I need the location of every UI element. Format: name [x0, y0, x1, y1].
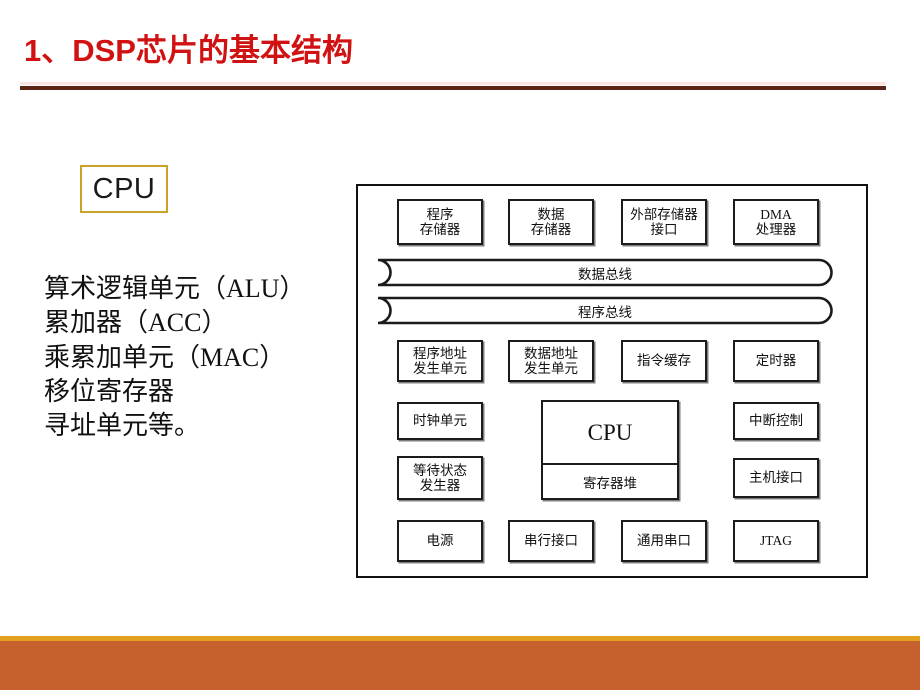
block-label-line1: 定时器	[755, 353, 797, 369]
block-general-uart: 通用串口	[621, 520, 707, 562]
block-label-line1: 程序地址	[413, 345, 467, 361]
title-rule-glow	[20, 82, 886, 85]
block-jtag: JTAG	[733, 520, 819, 562]
block-clock-unit: 时钟单元	[397, 402, 483, 440]
block-instruction-cache: 指令缓存	[621, 340, 707, 382]
page-title: 1、DSP芯片的基本结构	[24, 33, 353, 68]
list-item: 移位寄存器	[44, 376, 175, 406]
title-underline	[20, 86, 886, 90]
block-label-line1: 指令缓存	[637, 353, 691, 369]
block-label-line1: 数据	[537, 206, 565, 222]
block-label-line1: 程序	[426, 206, 454, 222]
list-item: 算术逻辑单元（ALU）	[44, 274, 306, 303]
bus-program: 程序总线	[376, 296, 834, 325]
block-label-line2: 存储器	[530, 222, 572, 237]
bus-data: 数据总线	[376, 258, 834, 287]
block-label-line1: DMA	[760, 206, 792, 222]
block-cpu-core: CPU 寄存器堆	[541, 400, 679, 500]
block-wait-state-generator: 等待状态 发生器	[397, 456, 483, 500]
bus-label: 程序总线	[578, 304, 632, 320]
slide-canvas: 1、DSP芯片的基本结构 CPU 算术逻辑单元（ALU） 累加器（ACC） 乘累…	[0, 0, 920, 690]
block-dma-processor: DMA 处理器	[733, 199, 819, 245]
block-label-line1: 串行接口	[524, 533, 578, 549]
block-label-line1: 数据地址	[524, 345, 578, 361]
block-label-line2: 处理器	[755, 222, 797, 237]
block-label-line1: 中断控制	[749, 413, 803, 429]
cpu-register-file: 寄存器堆	[583, 475, 637, 491]
cpu-callout-box: CPU	[80, 165, 168, 213]
block-label-line1: JTAG	[760, 533, 792, 549]
block-label-line2: 发生单元	[524, 361, 578, 376]
block-label-line2: 接口	[650, 222, 678, 237]
block-host-interface: 主机接口	[733, 458, 819, 498]
block-data-memory: 数据 存储器	[508, 199, 594, 245]
block-interrupt-control: 中断控制	[733, 402, 819, 440]
block-label-line2: 发生单元	[413, 361, 467, 376]
block-data-address-generator: 数据地址 发生单元	[508, 340, 594, 382]
cpu-core-title: CPU	[543, 402, 677, 465]
dsp-architecture-diagram: 程序 存储器 数据 存储器 外部存储器 接口 DMA 处理器 数据总线 程序总线	[356, 184, 868, 578]
block-label-line1: 等待状态	[413, 462, 467, 478]
bus-label: 数据总线	[578, 266, 632, 282]
block-program-address-generator: 程序地址 发生单元	[397, 340, 483, 382]
cpu-callout-label: CPU	[92, 172, 156, 205]
block-timer: 定时器	[733, 340, 819, 382]
footer-bar	[0, 641, 920, 690]
block-serial-interface: 串行接口	[508, 520, 594, 562]
block-power-supply: 电源	[397, 520, 483, 562]
cpu-component-list: 算术逻辑单元（ALU） 累加器（ACC） 乘累加单元（MAC） 移位寄存器 寻址…	[44, 272, 344, 444]
block-program-memory: 程序 存储器	[397, 199, 483, 245]
list-item: 寻址单元等。	[44, 411, 201, 441]
block-external-memory-interface: 外部存储器 接口	[621, 199, 707, 245]
list-item: 乘累加单元（MAC）	[44, 342, 286, 372]
block-label-line1: 外部存储器	[630, 206, 698, 222]
list-item: 累加器（ACC）	[44, 308, 228, 338]
block-label-line2: 存储器	[419, 222, 461, 237]
block-label-line1: 通用串口	[637, 533, 691, 549]
block-label-line2: 发生器	[419, 478, 461, 493]
block-label-line1: 电源	[426, 533, 454, 549]
block-label-line1: 时钟单元	[413, 413, 467, 429]
block-label-line1: 主机接口	[749, 470, 803, 486]
